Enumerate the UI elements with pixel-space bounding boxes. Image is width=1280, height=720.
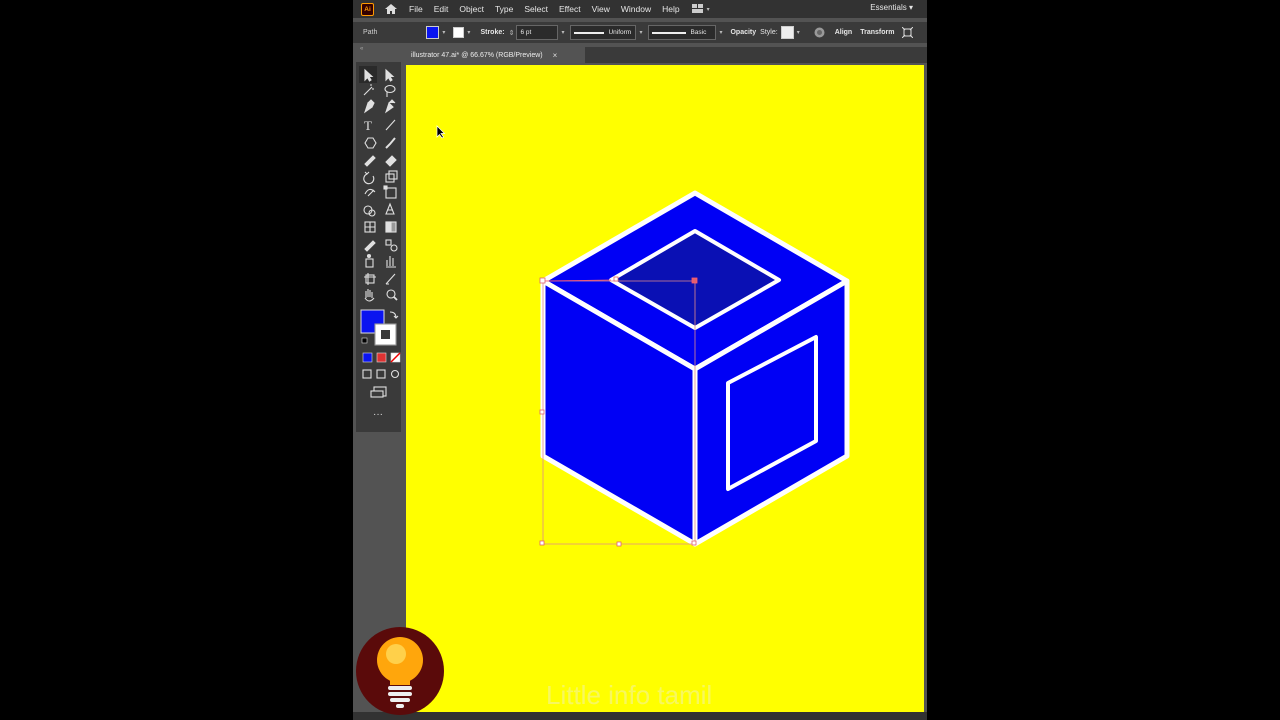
variable-width-profile[interactable]: Uniform bbox=[570, 25, 637, 40]
free-transform-icon[interactable] bbox=[383, 185, 397, 199]
artboard[interactable] bbox=[406, 65, 924, 712]
home-icon[interactable] bbox=[384, 3, 398, 15]
opacity-label[interactable]: Opacity bbox=[730, 29, 756, 36]
selection-type-label: Path bbox=[363, 29, 378, 36]
graphic-style-swatch[interactable] bbox=[780, 26, 794, 39]
channel-watermark: Little info tamil bbox=[546, 680, 713, 710]
recolor-artwork-icon[interactable] bbox=[814, 27, 825, 38]
menu-help[interactable]: Help bbox=[662, 4, 679, 14]
style-label: Style: bbox=[760, 29, 778, 36]
hand-tool-icon[interactable] bbox=[364, 289, 375, 302]
arrange-documents-icon[interactable] bbox=[691, 4, 704, 14]
cube-artwork[interactable] bbox=[406, 65, 924, 712]
gradient-tool-icon[interactable] bbox=[385, 221, 397, 233]
chevron-down-icon[interactable]: ▾ bbox=[561, 29, 564, 36]
document-tab-bar: illustrator 47.ai* @ 66.67% (RGB/Preview… bbox=[405, 47, 927, 63]
scale-tool-icon[interactable] bbox=[385, 170, 398, 183]
menu-file[interactable]: File bbox=[409, 4, 423, 14]
stroke-weight-field[interactable]: 6 pt bbox=[516, 25, 559, 40]
menu-window[interactable]: Window bbox=[621, 4, 651, 14]
draw-mode-icon[interactable] bbox=[362, 369, 400, 379]
stroke-label[interactable]: Stroke: bbox=[480, 29, 504, 36]
stepper-icon[interactable]: ⇕ bbox=[509, 29, 515, 37]
direct-selection-tool-icon[interactable] bbox=[385, 68, 395, 82]
zoom-tool-icon[interactable] bbox=[386, 289, 398, 301]
selection-tool-icon[interactable] bbox=[359, 66, 377, 83]
slice-tool-icon[interactable] bbox=[385, 273, 396, 285]
symbol-sprayer-icon[interactable] bbox=[365, 253, 374, 268]
tools-panel: « T ··· bbox=[356, 46, 401, 432]
menu-effect[interactable]: Effect bbox=[559, 4, 581, 14]
swap-fill-stroke-icon[interactable] bbox=[389, 311, 399, 319]
workspace-switcher[interactable]: Essentials ▾ bbox=[870, 3, 913, 12]
shape-tool-icon[interactable] bbox=[364, 137, 377, 149]
menu-object[interactable]: Object bbox=[459, 4, 484, 14]
brush-definition[interactable]: Basic bbox=[648, 25, 717, 40]
chevron-down-icon[interactable]: ▾ bbox=[639, 29, 642, 36]
svg-text:T: T bbox=[364, 118, 372, 133]
control-bar: Path ▾ ▾ Stroke: ⇕ 6 pt ▾ Uniform ▾ Basi… bbox=[353, 22, 927, 43]
menu-select[interactable]: Select bbox=[524, 4, 548, 14]
menu-type[interactable]: Type bbox=[495, 4, 513, 14]
eraser-icon[interactable] bbox=[385, 155, 397, 167]
mouse-cursor-icon bbox=[436, 125, 446, 139]
stroke-swatch-large[interactable] bbox=[374, 323, 397, 346]
align-link[interactable]: Align bbox=[835, 29, 853, 36]
magic-wand-icon[interactable] bbox=[363, 84, 374, 96]
pencil-icon[interactable] bbox=[364, 155, 376, 167]
blend-tool-icon[interactable] bbox=[385, 239, 398, 252]
chevron-down-icon[interactable]: ▾ bbox=[467, 29, 470, 36]
paintbrush-icon[interactable] bbox=[385, 137, 396, 149]
stroke-swatch[interactable] bbox=[453, 27, 465, 38]
panel-collapse-icon[interactable]: « bbox=[360, 46, 363, 52]
shape-builder-icon[interactable] bbox=[363, 205, 376, 217]
mesh-tool-icon[interactable] bbox=[364, 221, 376, 233]
profile-label: Uniform bbox=[608, 29, 632, 36]
document-tab[interactable]: illustrator 47.ai* @ 66.67% (RGB/Preview… bbox=[405, 47, 585, 63]
menu-view[interactable]: View bbox=[592, 4, 610, 14]
chevron-down-icon[interactable]: ▾ bbox=[797, 29, 800, 36]
type-tool-icon[interactable]: T bbox=[364, 118, 372, 133]
lasso-icon[interactable] bbox=[384, 84, 396, 98]
menu-edit[interactable]: Edit bbox=[434, 4, 449, 14]
rotate-tool-icon[interactable] bbox=[363, 171, 375, 185]
screen-mode-icon[interactable] bbox=[370, 386, 387, 398]
menu-bar: Ai File Edit Object Type Select Effect V… bbox=[353, 0, 927, 18]
line-sample bbox=[574, 31, 605, 34]
curvature-tool-icon[interactable] bbox=[384, 99, 396, 114]
none-mode-icon[interactable] bbox=[390, 352, 401, 363]
tools-grid: T ··· bbox=[359, 66, 401, 420]
close-icon[interactable]: × bbox=[553, 51, 558, 60]
eyedropper-icon[interactable] bbox=[364, 240, 376, 252]
graph-tool-icon[interactable] bbox=[386, 256, 396, 268]
chevron-down-icon[interactable]: ▾ bbox=[442, 29, 445, 36]
warp-tool-icon[interactable] bbox=[364, 188, 376, 197]
chevron-down-icon[interactable]: ▾ bbox=[719, 29, 722, 36]
brush-label: Basic bbox=[690, 29, 707, 36]
app-logo: Ai bbox=[361, 2, 374, 16]
illustrator-window: Ai File Edit Object Type Select Effect V… bbox=[353, 0, 927, 720]
color-mode-icon[interactable] bbox=[362, 352, 373, 363]
gradient-mode-icon[interactable] bbox=[376, 352, 387, 363]
line-sample bbox=[652, 31, 687, 34]
artboard-tool-icon[interactable] bbox=[364, 273, 376, 285]
stroke-weight-value: 6 pt bbox=[520, 29, 532, 36]
pen-tool-icon[interactable] bbox=[363, 99, 375, 114]
fill-swatch[interactable] bbox=[426, 26, 440, 39]
transform-each-icon[interactable] bbox=[902, 27, 914, 38]
chevron-down-icon[interactable]: ▾ bbox=[707, 6, 710, 13]
transform-link[interactable]: Transform bbox=[860, 29, 894, 36]
line-tool-icon[interactable] bbox=[385, 119, 396, 131]
document-tab-title: illustrator 47.ai* @ 66.67% (RGB/Preview… bbox=[411, 51, 543, 59]
perspective-grid-icon[interactable] bbox=[385, 202, 395, 215]
more-tools-icon[interactable]: ··· bbox=[373, 409, 383, 420]
default-colors-icon[interactable] bbox=[361, 337, 368, 344]
lightbulb-logo-icon bbox=[356, 627, 444, 715]
